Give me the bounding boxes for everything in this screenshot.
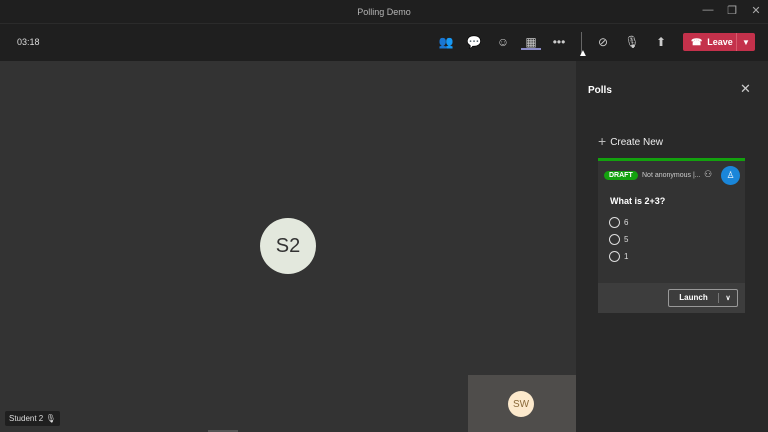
meeting-toolbar: 03:18 👥 💬 ☺ ▦ ••• ⊘ 🎙 ⬆ ☎ Leave ▼ xyxy=(0,24,768,61)
participant-name-tag: Student 2 🎙 xyxy=(5,411,60,426)
radio-icon[interactable] xyxy=(609,217,620,228)
apps-icon[interactable]: ▦ xyxy=(521,34,541,50)
leave-label: Leave xyxy=(707,37,733,47)
poll-option[interactable]: 6 xyxy=(609,217,628,228)
participant-avatar: S2 xyxy=(260,218,316,274)
leave-button[interactable]: ☎ Leave ▼ xyxy=(683,33,755,51)
mic-off-icon[interactable]: 🎙 xyxy=(622,34,642,50)
radio-icon[interactable] xyxy=(609,234,620,245)
share-icon[interactable]: ⬆ xyxy=(651,34,671,50)
card-footer: Launch ∨ xyxy=(598,283,745,313)
video-stage: S2 SW Student 2 🎙 xyxy=(0,61,576,432)
minimize-button[interactable]: — xyxy=(698,4,718,16)
restore-button[interactable]: ❐ xyxy=(722,4,742,17)
poll-card: DRAFT Not anonymous |... ⚇ ♙ What is 2+3… xyxy=(598,158,745,313)
self-video-tile: SW xyxy=(468,375,576,432)
title-bar: Polling Demo — ❐ ✕ xyxy=(0,0,768,24)
poll-option[interactable]: 1 xyxy=(609,251,628,262)
option-label: 1 xyxy=(624,252,629,261)
user-avatar-icon: ♙ xyxy=(721,166,740,185)
meeting-timer: 03:18 xyxy=(17,37,40,47)
option-label: 5 xyxy=(624,235,629,244)
mouse-cursor-icon: ▲ xyxy=(578,48,588,59)
create-new-button[interactable]: + Create New xyxy=(598,133,663,149)
participant-name: Student 2 xyxy=(9,414,44,423)
mic-off-icon: 🎙 xyxy=(45,414,56,423)
radio-icon[interactable] xyxy=(609,251,620,262)
phone-icon: ☎ xyxy=(691,36,703,47)
launch-label[interactable]: Launch xyxy=(669,293,719,303)
people-icon: ⚇ xyxy=(704,169,713,179)
poll-question: What is 2+3? xyxy=(610,196,666,206)
chevron-down-icon[interactable]: ∨ xyxy=(719,294,737,302)
more-icon[interactable]: ••• xyxy=(549,34,569,50)
chevron-down-icon[interactable]: ▼ xyxy=(737,38,755,47)
option-label: 6 xyxy=(624,218,629,227)
chat-icon[interactable]: 💬 xyxy=(464,34,484,50)
panel-title: Polls xyxy=(588,85,612,96)
window-title: Polling Demo xyxy=(357,7,411,17)
polls-panel: Polls ✕ + Create New DRAFT Not anonymous … xyxy=(576,61,768,432)
plus-icon: + xyxy=(598,133,607,149)
poll-meta: Not anonymous |... xyxy=(642,172,701,179)
status-badge: DRAFT xyxy=(604,171,638,180)
close-icon[interactable]: ✕ xyxy=(740,81,751,97)
people-icon[interactable]: 👥 xyxy=(436,34,456,50)
launch-button[interactable]: Launch ∨ xyxy=(668,289,738,307)
self-avatar: SW xyxy=(508,391,534,417)
create-new-label: Create New xyxy=(610,137,663,148)
close-window-button[interactable]: ✕ xyxy=(746,4,766,17)
reactions-icon[interactable]: ☺ xyxy=(493,34,513,50)
poll-option[interactable]: 5 xyxy=(609,234,628,245)
camera-off-icon[interactable]: ⊘ xyxy=(593,34,613,50)
